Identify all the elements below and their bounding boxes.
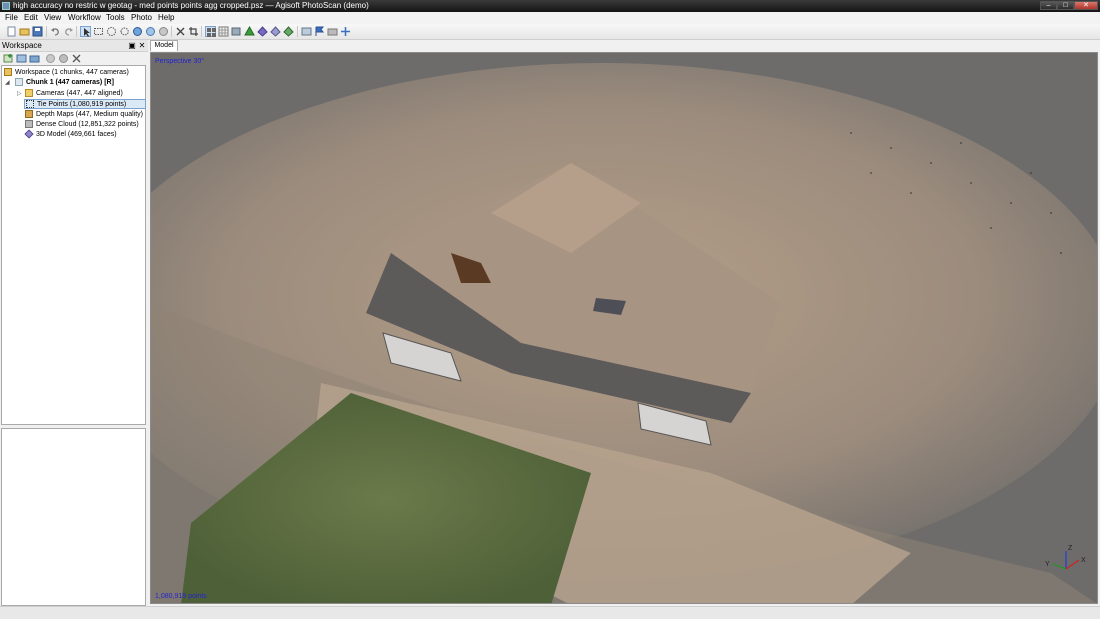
tree-item-tie-points[interactable]: Tie Points (1,080,919 points) [24, 99, 146, 109]
menu-bar: File Edit View Workflow Tools Photo Help [0, 12, 1100, 24]
tree-workspace-root[interactable]: Workspace (1 chunks, 447 cameras) [4, 68, 129, 78]
workspace-tree: Workspace (1 chunks, 447 cameras) ◢ Chun… [1, 65, 146, 425]
close-panel-icon[interactable]: ✕ [138, 41, 146, 50]
window-title: high accuracy no restric w geotag - med … [13, 1, 369, 10]
expand-arrow-icon[interactable]: ▷ [17, 89, 22, 99]
z-axis-label: Z [1068, 545, 1073, 552]
app-icon [2, 2, 10, 10]
menu-tools[interactable]: Tools [106, 13, 125, 23]
shaded-model-icon[interactable] [270, 26, 281, 37]
point-cloud-icon[interactable] [244, 26, 255, 37]
add-chunk-icon[interactable] [3, 53, 14, 64]
open-icon[interactable] [19, 26, 30, 37]
tree-item-label: Tie Points (1,080,919 points) [37, 101, 127, 108]
rectangle-selection-icon[interactable] [93, 26, 104, 37]
minimize-button[interactable]: – [1040, 1, 1057, 10]
menu-help[interactable]: Help [158, 13, 174, 23]
add-photos-icon[interactable] [16, 53, 27, 64]
menu-workflow[interactable]: Workflow [68, 13, 101, 23]
menu-view[interactable]: View [44, 13, 61, 23]
tree-item-3d-model[interactable]: 3D Model (469,661 faces) [24, 129, 117, 140]
collapse-arrow-icon[interactable]: ◢ [5, 78, 10, 88]
show-cameras-icon[interactable] [205, 26, 216, 37]
reset-view-icon[interactable] [231, 26, 242, 37]
remove-item-icon[interactable] [71, 53, 82, 64]
tree-item-dense-cloud[interactable]: Dense Cloud (12,851,322 points) [25, 120, 139, 130]
mesh-icon [24, 129, 34, 139]
tree-chunk[interactable]: ◢ Chunk 1 (447 cameras) [R] [5, 78, 114, 88]
workspace-header: Workspace ▣ ✕ [0, 40, 148, 52]
tree-item-cameras[interactable]: ▷ Cameras (447, 447 aligned) [17, 89, 123, 99]
dense-cloud-icon[interactable] [257, 26, 268, 37]
save-icon[interactable] [32, 26, 43, 37]
scale-object-icon[interactable] [158, 26, 169, 37]
disable-icon[interactable] [58, 53, 69, 64]
properties-pane [1, 428, 146, 606]
navigation-icon[interactable] [80, 26, 91, 37]
toolbar-separator [201, 26, 202, 37]
maximize-button[interactable]: □ [1057, 1, 1074, 10]
show-thumbnails-icon[interactable] [218, 26, 229, 37]
workspace-title: Workspace [2, 41, 42, 50]
undock-icon[interactable]: ▣ [128, 41, 136, 50]
tree-item-label: Depth Maps (447, Medium quality) [36, 111, 143, 118]
tree-item-label: 3D Model (469,661 faces) [36, 131, 117, 138]
tree-chunk-label: Chunk 1 (447 cameras) [R] [26, 79, 114, 86]
chunk-icon [15, 78, 23, 87]
free-form-selection-icon[interactable] [119, 26, 130, 37]
undo-icon[interactable] [50, 26, 61, 37]
tie-points-icon [26, 100, 34, 109]
tree-item-label: Dense Cloud (12,851,322 points) [36, 121, 139, 128]
close-button[interactable]: ✕ [1074, 1, 1098, 10]
markers-icon[interactable] [314, 26, 325, 37]
menu-file[interactable]: File [5, 13, 18, 23]
navigation-cross-icon[interactable] [340, 26, 351, 37]
wireframe-icon[interactable] [301, 26, 312, 37]
toolbar-separator [297, 26, 298, 37]
status-bar [0, 606, 1100, 619]
main-toolbar [0, 24, 1100, 40]
toolbar-separator [46, 26, 47, 37]
tab-model[interactable]: Model [150, 40, 178, 51]
delete-selection-icon[interactable] [175, 26, 186, 37]
depth-maps-icon [25, 110, 33, 119]
menu-edit[interactable]: Edit [24, 13, 38, 23]
new-icon[interactable] [6, 26, 17, 37]
y-axis-label: Y [1045, 561, 1050, 568]
toolbar-separator [171, 26, 172, 37]
model-viewport[interactable]: Z X Y Perspective 30° 1,080,919 points [150, 52, 1098, 604]
move-object-icon[interactable] [145, 26, 156, 37]
redo-icon[interactable] [63, 26, 74, 37]
x-axis-label: X [1081, 557, 1086, 564]
dense-cloud-icon [25, 120, 33, 129]
folder-icon [25, 89, 33, 98]
tree-item-depth-maps[interactable]: Depth Maps (447, Medium quality) [25, 110, 143, 120]
rotate-object-icon[interactable] [132, 26, 143, 37]
menu-photo[interactable]: Photo [131, 13, 152, 23]
circle-selection-icon[interactable] [106, 26, 117, 37]
crop-icon[interactable] [188, 26, 199, 37]
add-folder-icon[interactable] [29, 53, 40, 64]
projection-label: Perspective 30° [155, 58, 205, 65]
toolbar-separator [76, 26, 77, 37]
workspace-icon [4, 68, 12, 77]
tree-root-label: Workspace (1 chunks, 447 cameras) [15, 69, 129, 76]
title-bar: high accuracy no restric w geotag - med … [0, 0, 1100, 12]
point-count-label: 1,080,919 points [155, 593, 207, 600]
enable-icon[interactable] [45, 53, 56, 64]
workspace-toolbar [0, 52, 148, 65]
solid-model-icon[interactable] [283, 26, 294, 37]
tree-item-label: Cameras (447, 447 aligned) [36, 90, 123, 97]
point-cloud-render: Z X Y [151, 53, 1097, 603]
show-shapes-icon[interactable] [327, 26, 338, 37]
